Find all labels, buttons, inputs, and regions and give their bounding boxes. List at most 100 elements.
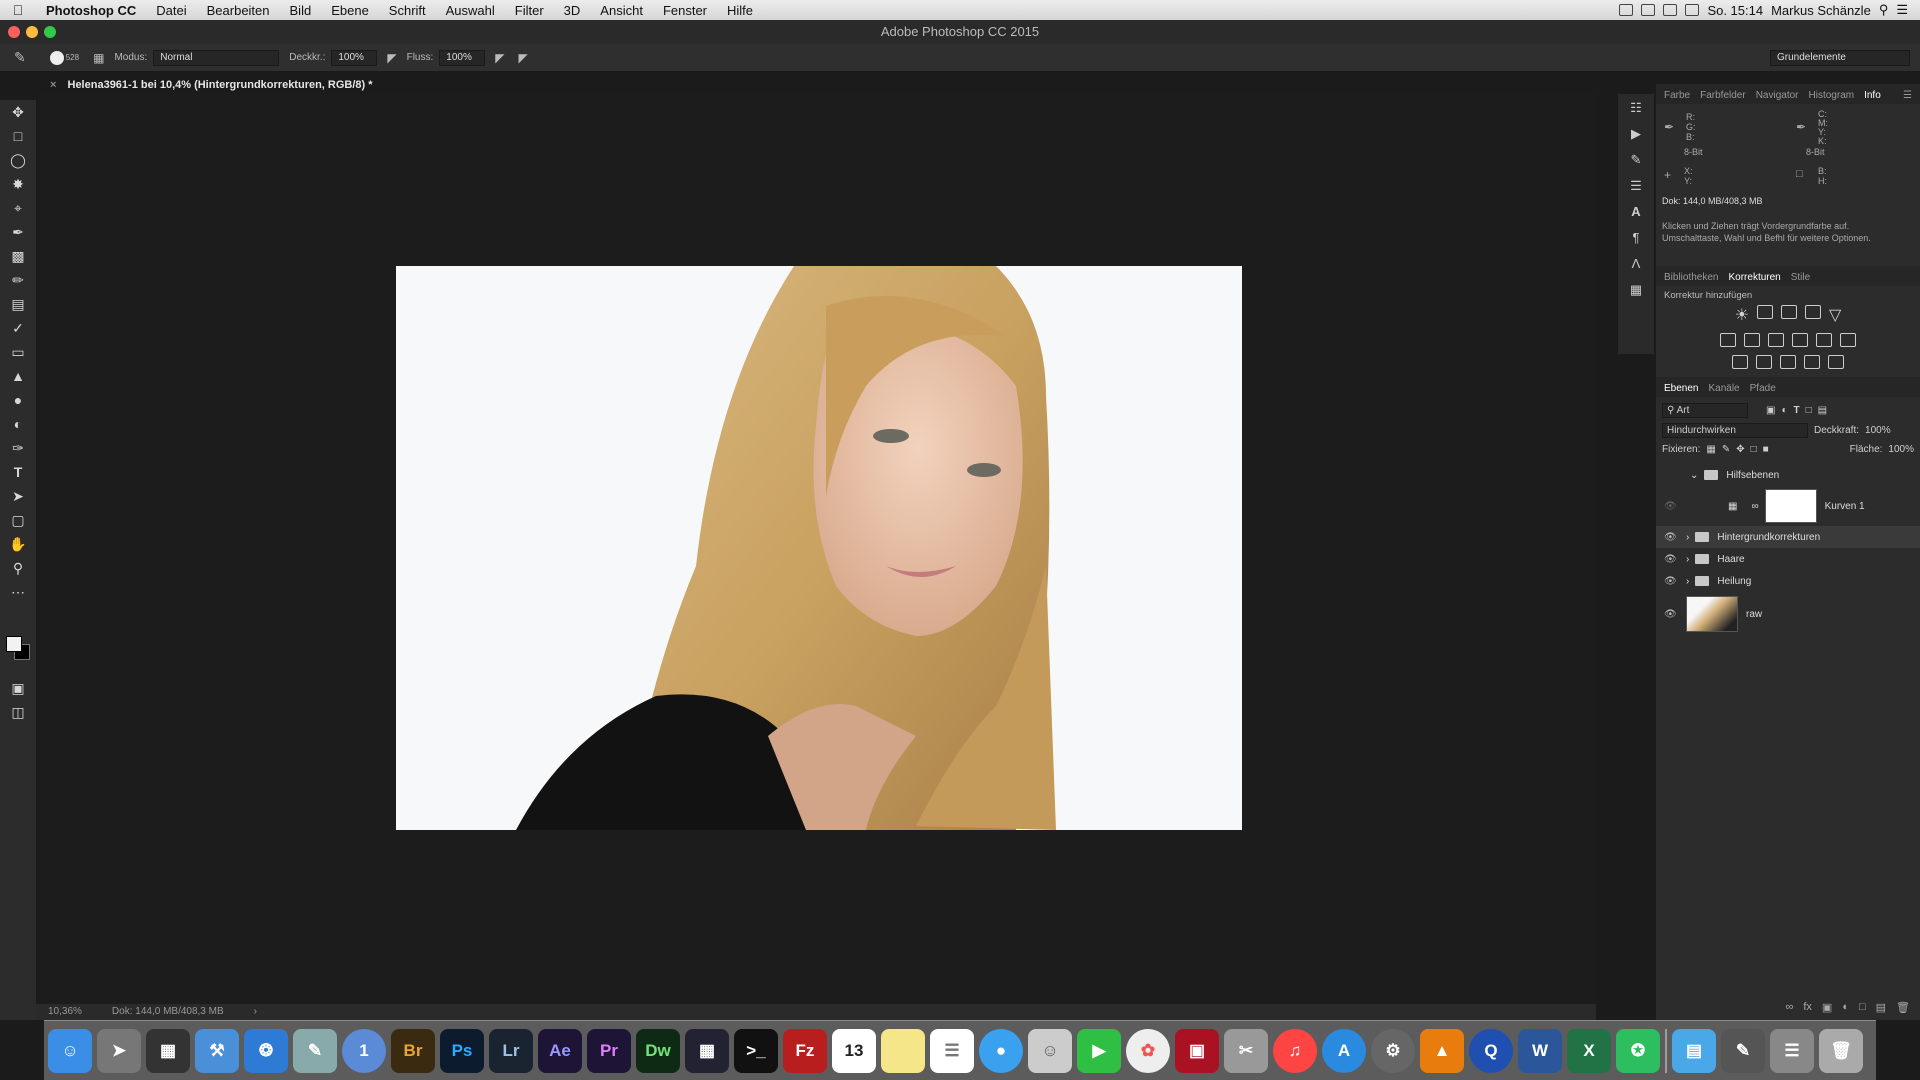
layer-row-heilung[interactable]: 👁 › Heilung <box>1656 570 1920 592</box>
brush-tool-icon[interactable]: ✎ <box>14 49 26 66</box>
layer-mask-thumbnail[interactable] <box>1764 489 1817 523</box>
photoshop-app-icon[interactable]: Ps <box>440 1028 484 1073</box>
document-photo[interactable] <box>396 266 1242 830</box>
quick-mask-icon[interactable]: ▣ <box>0 676 36 700</box>
tab-info[interactable]: Info <box>1864 90 1881 101</box>
brushes-panel-icon[interactable]: ✎ <box>1626 152 1646 170</box>
reminders-icon[interactable]: ☰ <box>930 1028 974 1073</box>
visibility-eye-icon[interactable]: 👁 <box>1664 609 1677 620</box>
delete-layer-icon[interactable]: 🗑 <box>1896 1001 1910 1014</box>
quicktime-icon[interactable]: Q <box>1469 1028 1513 1073</box>
visibility-eye-icon[interactable]: 👁 <box>1664 501 1677 512</box>
dodge-tool-icon[interactable]: ◐ <box>0 412 36 436</box>
volume-icon[interactable] <box>1685 4 1700 16</box>
actions-panel-icon[interactable]: ▶ <box>1626 126 1646 144</box>
layer-opacity-field[interactable]: 100% <box>1865 425 1891 436</box>
documents-stack-icon[interactable]: ☰ <box>1770 1028 1814 1073</box>
history-brush-tool-icon[interactable]: ✓ <box>0 316 36 340</box>
evernote-icon[interactable]: ✪ <box>1616 1028 1660 1073</box>
menu-hilfe[interactable]: Hilfe <box>717 3 763 18</box>
spotlight-icon[interactable]: ⚲ <box>1879 2 1889 18</box>
calendar-icon[interactable]: 13 <box>832 1028 876 1073</box>
eyedropper-tool-icon[interactable]: ✒ <box>0 220 36 244</box>
dropbox-icon[interactable] <box>1641 4 1656 16</box>
invert-icon[interactable] <box>1732 355 1748 369</box>
itunes-icon[interactable]: ♫ <box>1273 1028 1317 1073</box>
close-window-icon[interactable] <box>8 26 20 38</box>
timeline-panel-icon[interactable]: ▦ <box>1626 282 1646 300</box>
visibility-eye-icon[interactable]: 👁 <box>1664 554 1677 565</box>
motion-app-icon[interactable]: ▦ <box>685 1028 729 1073</box>
layer-style-icon[interactable]: fx <box>1803 1001 1812 1014</box>
panel-menu-icon[interactable]: ☰ <box>1903 90 1912 101</box>
tab-farbfelder[interactable]: Farbfelder <box>1700 90 1746 101</box>
lock-all-icon[interactable]: ■ <box>1763 444 1769 455</box>
zoom-window-icon[interactable] <box>44 26 56 38</box>
character-panel-icon[interactable]: A <box>1626 204 1646 222</box>
group-expand-icon[interactable]: › <box>1686 554 1689 565</box>
premiere-app-icon[interactable]: Pr <box>587 1028 631 1073</box>
color-lookup-icon[interactable] <box>1840 333 1856 347</box>
crop-tool-icon[interactable]: ⌖ <box>0 196 36 220</box>
system-preferences-icon[interactable]: ⚙ <box>1371 1028 1415 1073</box>
exposure-adjustment-icon[interactable] <box>1805 305 1822 319</box>
black-white-icon[interactable] <box>1768 333 1784 347</box>
menu-datei[interactable]: Datei <box>146 3 196 18</box>
path-selection-tool-icon[interactable]: ➤ <box>0 484 36 508</box>
menu-bild[interactable]: Bild <box>280 3 322 18</box>
hue-saturation-icon[interactable] <box>1720 333 1736 347</box>
link-layers-icon[interactable]: ∞ <box>1786 1001 1794 1014</box>
group-expand-icon[interactable]: ⌄ <box>1690 470 1698 481</box>
applications-folder-icon[interactable]: ▤ <box>1672 1028 1716 1073</box>
tab-stile[interactable]: Stile <box>1791 272 1810 283</box>
pressure-size-icon[interactable]: ◤ <box>519 51 528 65</box>
layer-row-hintergrundkorrekturen[interactable]: 👁 › Hintergrundkorrekturen <box>1656 526 1920 548</box>
tab-kanaele[interactable]: Kanäle <box>1708 383 1739 394</box>
lock-pixels-icon[interactable]: ✎ <box>1722 444 1730 455</box>
more-tools-icon[interactable]: ⋯ <box>0 580 36 604</box>
gradient-map-icon[interactable] <box>1828 355 1844 369</box>
app-store-icon[interactable]: A <box>1322 1028 1366 1073</box>
tab-ebenen[interactable]: Ebenen <box>1664 383 1698 394</box>
tab-bibliotheken[interactable]: Bibliotheken <box>1664 272 1718 283</box>
notification-center-icon[interactable]: ☰ <box>1896 2 1908 18</box>
menu-filter[interactable]: Filter <box>505 3 554 18</box>
opacity-field[interactable]: 100% <box>331 49 378 66</box>
new-layer-icon[interactable]: ▤ <box>1876 1001 1886 1014</box>
finder-icon[interactable]: ☺ <box>48 1028 92 1073</box>
blur-tool-icon[interactable]: ● <box>0 388 36 412</box>
pen-tool-icon[interactable]: ✑ <box>0 436 36 460</box>
menu-ebene[interactable]: Ebene <box>321 3 379 18</box>
facetime-icon[interactable]: ▶ <box>1077 1028 1121 1073</box>
filter-shape-icon[interactable]: □ <box>1806 405 1812 416</box>
tab-histogram[interactable]: Histogram <box>1809 90 1855 101</box>
marquee-tool-icon[interactable]: □ <box>0 124 36 148</box>
group-expand-icon[interactable]: › <box>1686 532 1689 543</box>
clone-stamp-tool-icon[interactable]: ▤ <box>0 292 36 316</box>
vibrance-adjustment-icon[interactable]: ▽ <box>1829 305 1841 325</box>
tab-farbe[interactable]: Farbe <box>1664 90 1690 101</box>
lasso-tool-icon[interactable]: ◯ <box>0 148 36 172</box>
one-password-icon[interactable]: 1 <box>342 1028 386 1073</box>
quick-selection-tool-icon[interactable]: ✸ <box>0 172 36 196</box>
brush-panel-icon[interactable]: ▦ <box>93 51 104 65</box>
blend-mode-select[interactable]: Hindurchwirken <box>1662 423 1808 438</box>
menu-auswahl[interactable]: Auswahl <box>436 3 505 18</box>
tab-navigator[interactable]: Navigator <box>1756 90 1799 101</box>
filter-type-icon[interactable]: T <box>1794 405 1800 416</box>
channel-mixer-icon[interactable] <box>1816 333 1832 347</box>
menubar-clock[interactable]: So. 15:14 <box>1707 3 1763 18</box>
wifi-icon[interactable] <box>1663 4 1678 16</box>
menu-fenster[interactable]: Fenster <box>653 3 717 18</box>
rectangle-tool-icon[interactable]: ▢ <box>0 508 36 532</box>
group-expand-icon[interactable]: › <box>1686 576 1689 587</box>
menu-3d[interactable]: 3D <box>554 3 591 18</box>
brush-preset-icon[interactable] <box>49 50 64 65</box>
photo-filter-icon[interactable] <box>1792 333 1808 347</box>
levels-adjustment-icon[interactable] <box>1757 305 1774 319</box>
properties-panel-icon[interactable]: ☰ <box>1626 178 1646 196</box>
add-mask-icon[interactable]: ▣ <box>1822 1001 1832 1014</box>
foreground-color-swatch[interactable] <box>6 636 22 652</box>
layer-row-haare[interactable]: 👁 › Haare <box>1656 548 1920 570</box>
apple-menu-icon[interactable]:  <box>0 2 36 18</box>
